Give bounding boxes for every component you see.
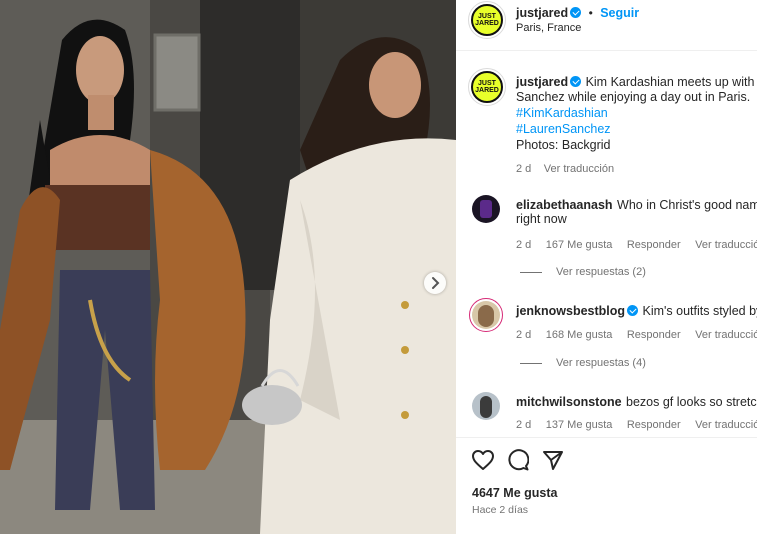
post-panel: JUST JARED justjared • Seguir Paris, Fra… — [456, 0, 757, 534]
comment-icon — [508, 449, 530, 471]
comment-likes[interactable]: 137 Me gusta — [546, 419, 613, 431]
header-user: justjared • Seguir — [516, 4, 639, 22]
comment-avatar[interactable] — [472, 392, 500, 420]
replies-line — [520, 363, 542, 364]
post-photo-illustration — [0, 0, 456, 534]
comment-text: bezos gf looks so stretch — [626, 395, 757, 409]
avatar-image — [478, 305, 494, 327]
caption-meta: 2 d Ver traducción — [516, 159, 614, 177]
verified-badge-icon — [570, 7, 582, 18]
view-replies-button[interactable]: Ver respuestas (2) — [556, 266, 646, 278]
share-icon — [543, 451, 563, 470]
comment-line-1: mitchwilsonstone bezos gf looks so stret… — [516, 393, 757, 411]
caption-text-2: Sanchez while enjoying a day out in Pari… — [516, 90, 751, 104]
avatar-image — [480, 396, 492, 418]
comment-line-1: jenknowsbestblog Kim's outfits styled by — [516, 302, 757, 320]
comment-text: Who in Christ's good nam — [617, 198, 757, 212]
header-username[interactable]: justjared — [516, 6, 568, 20]
header-avatar[interactable]: JUST JARED — [471, 4, 503, 36]
comment-likes[interactable]: 168 Me gusta — [546, 329, 613, 341]
comment-time[interactable]: 2 d — [516, 419, 531, 431]
comment-translate-button[interactable]: Ver traducción — [695, 419, 757, 431]
comment-text-2: right now — [516, 212, 567, 226]
actions-divider — [456, 437, 757, 438]
next-image-button[interactable] — [424, 272, 446, 294]
view-replies-button[interactable]: Ver respuestas (4) — [556, 357, 646, 369]
follow-button[interactable]: Seguir — [600, 6, 639, 20]
comment-username[interactable]: jenknowsbestblog — [516, 304, 625, 318]
comment-translate-button[interactable]: Ver traducción — [695, 329, 757, 341]
avatar-logo-text: JUST JARED — [475, 13, 499, 27]
comment-meta: 2 d 168 Me gusta Responder Ver traducció… — [516, 325, 757, 343]
caption-verified-icon — [570, 76, 582, 87]
caption-time[interactable]: 2 d — [516, 163, 531, 175]
replies-line — [520, 272, 542, 273]
chevron-right-icon — [432, 277, 440, 289]
comment-time[interactable]: 2 d — [516, 239, 531, 251]
comment-username[interactable]: mitchwilsonstone — [516, 395, 622, 409]
comment-time[interactable]: 2 d — [516, 329, 531, 341]
caption-hashtag-1[interactable]: #KimKardashian — [516, 106, 608, 120]
caption-username[interactable]: justjared — [516, 75, 568, 89]
comment-avatar[interactable] — [472, 301, 500, 329]
comment-reply-button[interactable]: Responder — [627, 329, 681, 341]
caption-avatar-logo-text: JUST JARED — [475, 80, 499, 94]
caption-text-1: Kim Kardashian meets up with — [585, 75, 755, 89]
like-button[interactable] — [471, 449, 495, 476]
comment-username[interactable]: elizabethaanash — [516, 198, 613, 212]
comment-button[interactable] — [507, 449, 530, 476]
likes-count[interactable]: 4647 Me gusta — [472, 486, 557, 500]
caption-hashtag-2[interactable]: #LaurenSanchez — [516, 122, 611, 136]
share-button[interactable] — [542, 449, 564, 476]
comment-reply-button[interactable]: Responder — [627, 239, 681, 251]
comment-verified-icon — [627, 305, 639, 316]
caption-line-1: justjared Kim Kardashian meets up with — [516, 73, 754, 91]
post-image[interactable] — [0, 0, 456, 534]
caption-credit: Photos: Backgrid — [516, 138, 611, 152]
caption-avatar[interactable]: JUST JARED — [471, 71, 503, 103]
avatar-image — [480, 200, 492, 218]
heart-icon — [472, 450, 494, 470]
comment-reply-button[interactable]: Responder — [627, 419, 681, 431]
comment-meta: 2 d 137 Me gusta Responder Ver traducció… — [516, 415, 757, 433]
comment-meta: 2 d 167 Me gusta Responder Ver traducció… — [516, 235, 757, 253]
caption-translate-button[interactable]: Ver traducción — [544, 163, 614, 175]
separator-dot: • — [588, 6, 593, 20]
comment-text: Kim's outfits styled by — [642, 304, 757, 318]
post-time[interactable]: Hace 2 días — [472, 504, 528, 516]
header-location[interactable]: Paris, France — [516, 22, 581, 34]
comment-translate-button[interactable]: Ver traducción — [695, 239, 757, 251]
comment-avatar[interactable] — [472, 195, 500, 223]
comment-likes[interactable]: 167 Me gusta — [546, 239, 613, 251]
header-divider — [456, 50, 757, 51]
